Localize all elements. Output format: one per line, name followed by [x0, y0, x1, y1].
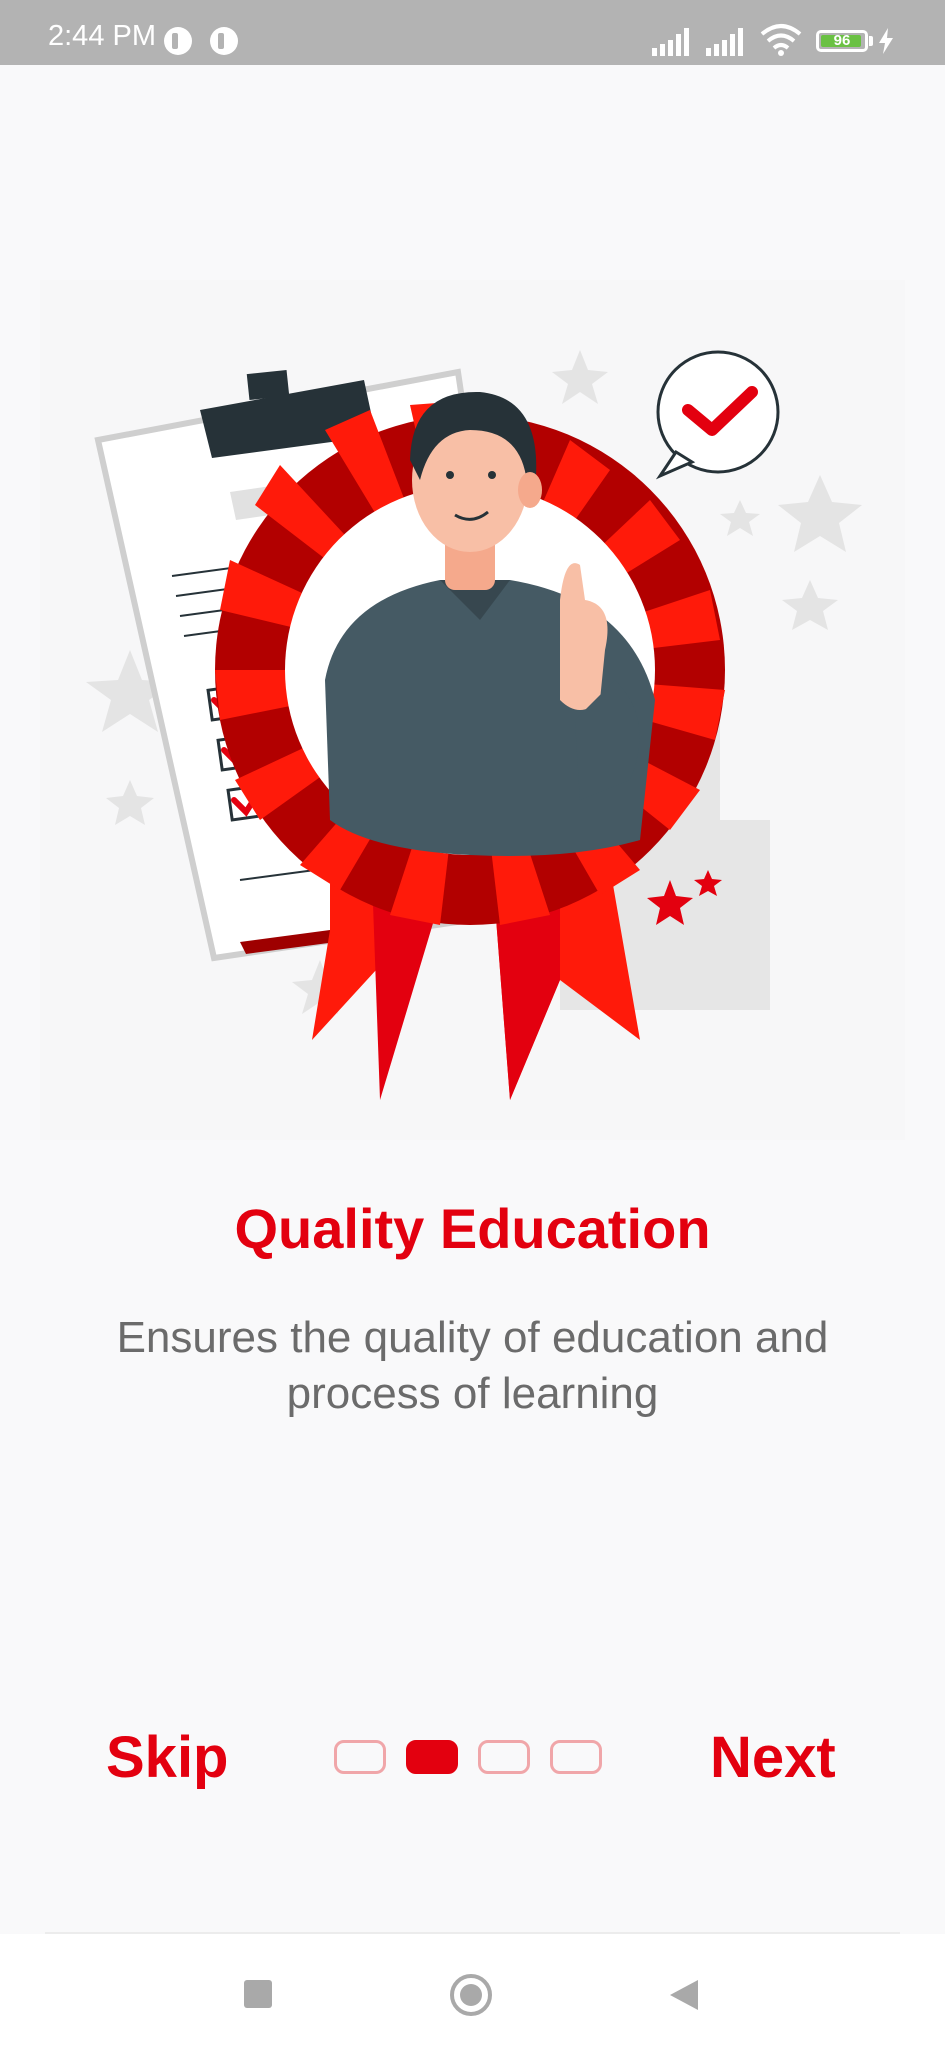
app-notification-icon	[210, 27, 238, 55]
onboarding-description: Ensures the quality of education and pro…	[116, 1313, 829, 1418]
battery-level: 96	[833, 32, 851, 49]
signal-icon	[652, 28, 689, 56]
next-button[interactable]: Next	[710, 1724, 836, 1791]
app-notification-icon	[164, 27, 192, 55]
skip-button[interactable]: Skip	[106, 1724, 229, 1791]
battery-tip	[869, 36, 873, 46]
status-bar: 2:44 PM 96	[0, 0, 945, 65]
recents-icon[interactable]	[244, 1980, 272, 2008]
home-icon[interactable]	[450, 1974, 492, 2016]
wifi-icon	[760, 24, 802, 56]
navigation-bar	[0, 1934, 945, 2048]
battery-icon: 96	[816, 30, 868, 52]
award-ribbon-illustration	[40, 280, 905, 1140]
page-indicator-dot-1[interactable]	[334, 1740, 386, 1774]
page-indicator-dot-3[interactable]	[478, 1740, 530, 1774]
onboarding-title: Quality Education	[234, 1197, 711, 1260]
charging-icon	[879, 28, 893, 54]
status-time: 2:44 PM	[48, 20, 156, 52]
back-icon[interactable]	[668, 1978, 700, 2012]
page-indicator-dot-2[interactable]	[406, 1740, 458, 1774]
page-indicator-dot-4[interactable]	[550, 1740, 602, 1774]
signal-icon	[706, 28, 743, 56]
